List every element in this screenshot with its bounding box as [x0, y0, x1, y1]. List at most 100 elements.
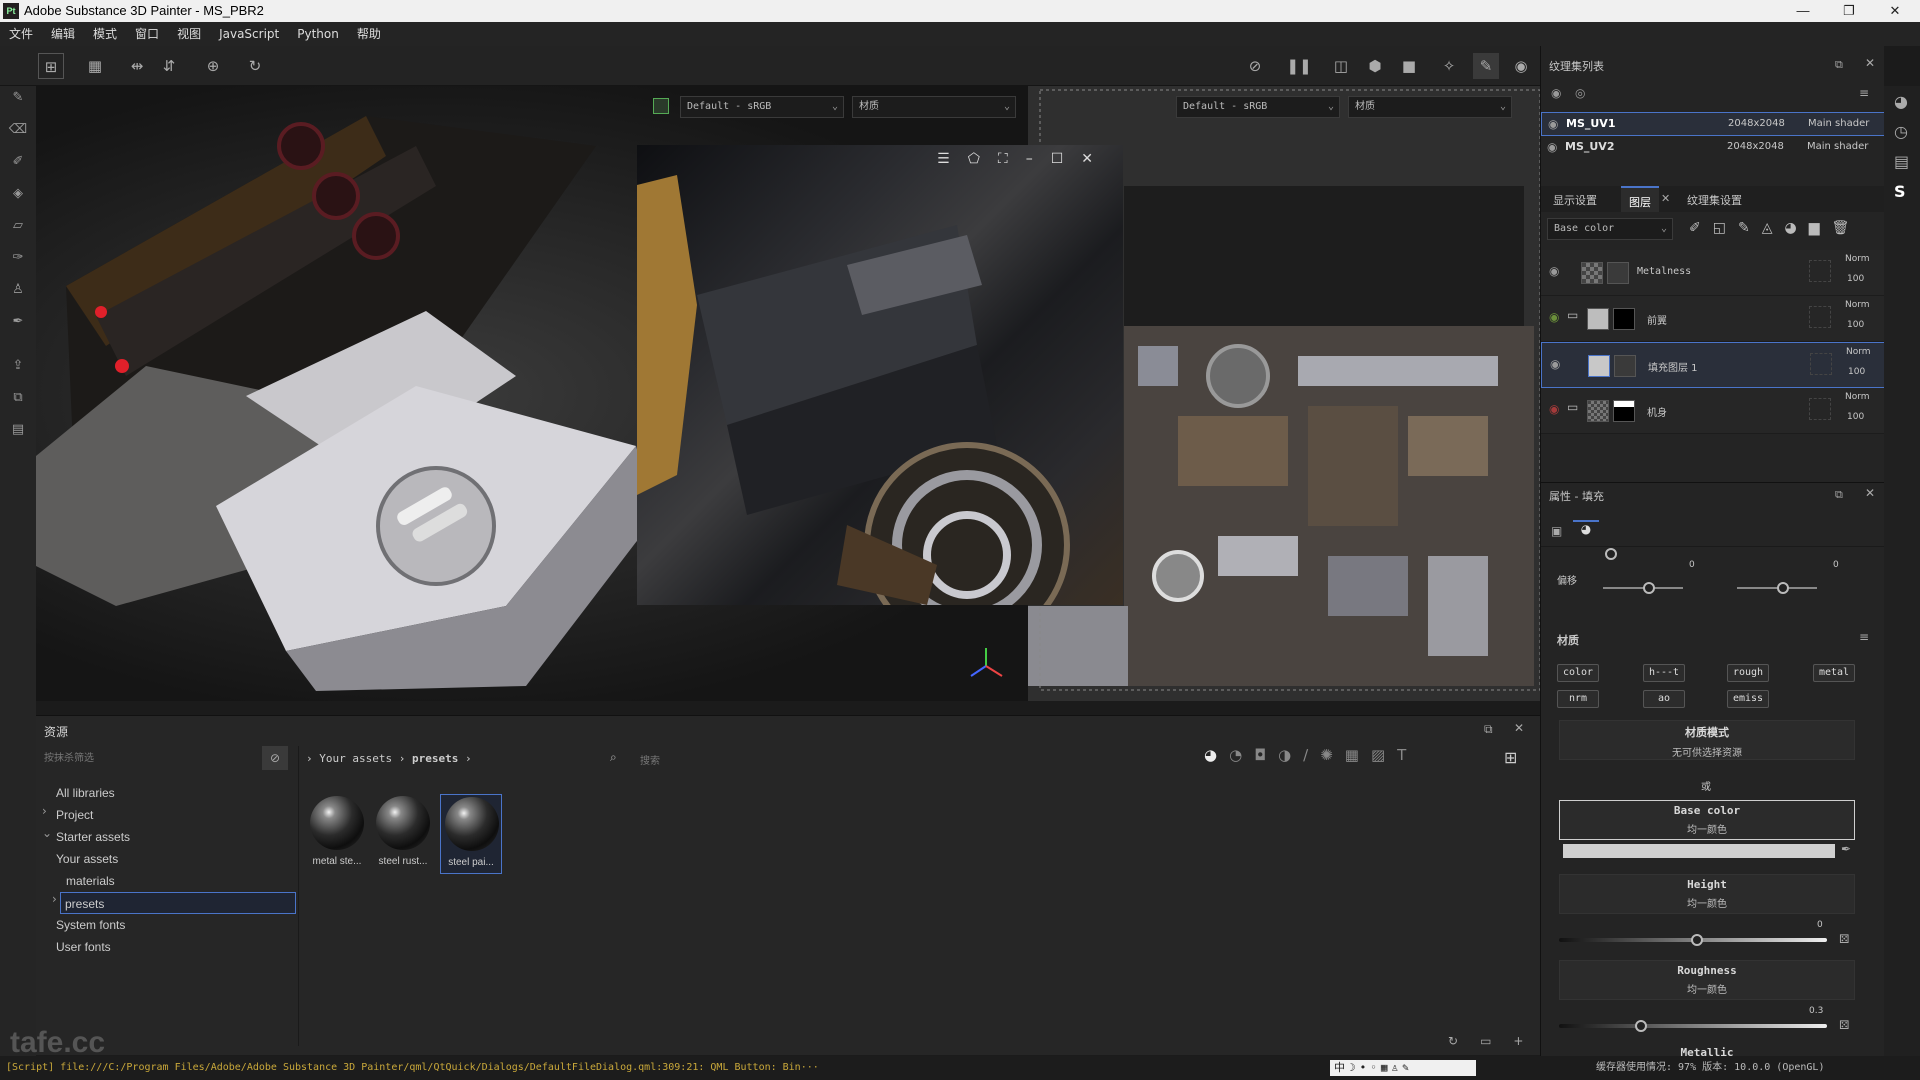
layout-grid-icon[interactable]: ▦ [82, 53, 108, 79]
material-tab-icon[interactable]: ◕ [1573, 520, 1599, 542]
chip-metal[interactable]: metal [1813, 664, 1855, 682]
symmetry-y-icon[interactable]: ⇵ [156, 53, 182, 79]
tab-display-settings[interactable]: 显示设置 [1553, 192, 1597, 208]
smart-material-icon[interactable]: ◕ [1784, 220, 1808, 236]
pin-icon[interactable]: ⬠ [968, 151, 998, 167]
document-icon[interactable]: ▤ [8, 422, 28, 442]
height-slider-knob[interactable] [1691, 934, 1703, 946]
layer-opacity[interactable]: 100 [1847, 320, 1864, 330]
tree-all-libraries[interactable]: All libraries [56, 782, 316, 804]
brush-icon[interactable]: ✎ [1473, 53, 1499, 79]
tree-your-assets[interactable]: Your assets [56, 848, 316, 870]
eye-icon[interactable]: ◉ [1548, 117, 1558, 131]
asset-thumb-steel-rust[interactable]: steel rust... [372, 796, 434, 867]
ime-toolbar[interactable]: 中☽•◦▦♙✎ [1330, 1060, 1476, 1076]
texture-set-row[interactable]: ◉ MS_UV2 2048x2048 Main shader [1541, 136, 1885, 160]
mask-filter-icon[interactable]: ◘ [1254, 746, 1278, 764]
minimize-icon[interactable]: – [1026, 151, 1051, 167]
add-icon[interactable]: ⊕ [200, 53, 226, 79]
eraser-tool-icon[interactable]: ⌫ [8, 122, 28, 142]
chip-ao[interactable]: ao [1643, 690, 1685, 708]
search-input[interactable]: 搜索 [640, 752, 660, 767]
breadcrumb-your-assets[interactable]: Your assets [319, 752, 392, 765]
blend-mode[interactable]: Norm [1845, 254, 1870, 264]
clone-tool-icon[interactable]: ♙ [8, 282, 28, 302]
hide-filter-icon[interactable]: ⊘ [262, 746, 288, 770]
chip-height[interactable]: h---t [1643, 664, 1685, 682]
roughness-slider[interactable] [1559, 1024, 1827, 1028]
list-menu-icon[interactable]: ≡ [1859, 630, 1869, 644]
eye-outline-icon[interactable]: ◎ [1575, 86, 1585, 100]
menu-file[interactable]: 文件 [0, 22, 42, 46]
particle-filter-icon[interactable]: ✺ [1320, 746, 1345, 764]
substance-icon[interactable]: S [1894, 182, 1906, 201]
eye-icon[interactable]: ◉ [1547, 140, 1557, 154]
projection-tool-icon[interactable]: ✐ [8, 154, 28, 174]
bake-icon[interactable]: ⧉ [8, 390, 28, 410]
history-icon[interactable]: ◷ [1894, 122, 1908, 141]
folder-icon[interactable]: ▭ [1567, 308, 1578, 322]
eye-icon[interactable]: ◉ [1551, 86, 1561, 100]
menu-python[interactable]: Python [288, 22, 348, 46]
symmetry-x-icon[interactable]: ⇹ [124, 53, 150, 79]
tab-texture-settings[interactable]: 纹理集设置 [1687, 192, 1742, 208]
paint-tool-icon[interactable]: ✎ [8, 90, 28, 110]
menu-mode[interactable]: 模式 [84, 22, 126, 46]
pause-icon[interactable]: ❚❚ [1286, 53, 1312, 79]
screenshot-icon[interactable]: ◉ [1508, 53, 1534, 79]
menu-window[interactable]: 窗口 [126, 22, 168, 46]
material-mode-slot[interactable]: 材质模式 无可供选择资源 [1559, 720, 1855, 760]
channel-select-right[interactable]: 材质 ⌄ [1348, 96, 1512, 118]
blend-mode[interactable]: Norm [1846, 347, 1871, 357]
asset-thumb-metal[interactable]: metal ste... [306, 796, 368, 867]
slider-knob[interactable] [1605, 548, 1617, 560]
base-color-swatch[interactable] [1563, 844, 1835, 858]
light-icon[interactable]: ✧ [1436, 53, 1462, 79]
brush-filter-icon[interactable]: ∕ [1303, 746, 1320, 764]
eye-icon[interactable]: ◉ [1550, 357, 1560, 371]
smart-material-icon[interactable]: ◔ [1229, 746, 1254, 764]
history-icon[interactable]: ↻ [242, 53, 268, 79]
add-mask-icon[interactable]: ◱ [1713, 220, 1738, 236]
display-settings-icon[interactable]: ◕ [1894, 92, 1908, 111]
add-fill-layer-icon[interactable]: ◬ [1762, 220, 1785, 236]
texture-filter-icon[interactable]: ▦ [1345, 746, 1371, 764]
channel-select[interactable]: Base color ⌄ [1547, 218, 1673, 240]
color-picker-icon[interactable]: ✒ [1841, 842, 1851, 856]
refresh-icon[interactable]: ↻ [1448, 1034, 1480, 1048]
roughness-slot[interactable]: Roughness 均一颜色 [1559, 960, 1855, 1000]
maximize-icon[interactable]: ☐ [1051, 151, 1082, 167]
tree-materials[interactable]: materials [66, 870, 326, 892]
asset-thumb-steel-paint[interactable]: steel pai... [440, 794, 502, 874]
export-icon[interactable]: ⇪ [8, 358, 28, 378]
material-filter-icon[interactable]: ◕ [1204, 746, 1229, 764]
float-panel-icon[interactable]: ⧉ [1835, 488, 1843, 502]
eye-icon[interactable]: ◉ [1549, 264, 1559, 278]
window-icon[interactable]: ▭ [1480, 1034, 1513, 1048]
minimize-button[interactable]: — [1780, 0, 1826, 22]
eye-icon[interactable]: ◉ [1549, 310, 1559, 324]
close-panel-icon[interactable]: ✕ [1865, 486, 1875, 500]
geometry-fill-icon[interactable]: ◈ [8, 186, 28, 206]
add-folder-icon[interactable]: ▆ [1809, 220, 1832, 236]
tree-system-fonts[interactable]: System fonts [56, 914, 316, 936]
camera-icon[interactable]: ■ [1396, 53, 1422, 79]
chip-emiss[interactable]: emiss [1727, 690, 1769, 708]
close-icon[interactable]: ✕ [1081, 151, 1111, 167]
close-panel-icon[interactable]: ✕ [1865, 56, 1875, 70]
cube-icon[interactable]: ⬢ [1362, 53, 1388, 79]
randomize-icon[interactable]: ⚄ [1839, 1018, 1849, 1032]
layer-row[interactable]: ◉ ▭ 机身 Norm 100 [1541, 388, 1885, 434]
layer-row[interactable]: ◉ Metalness Norm 100 [1541, 250, 1885, 296]
chevron-down-icon[interactable]: ⌄ [42, 826, 52, 840]
close-panel-icon[interactable]: ✕ [1514, 721, 1524, 735]
randomize-icon[interactable]: ⚄ [1839, 932, 1849, 946]
tree-project[interactable]: Project [56, 804, 316, 826]
slider-knob[interactable] [1777, 582, 1789, 594]
grid-view-icon[interactable]: ⊞ [1504, 748, 1517, 767]
fit-icon[interactable]: ⛶ [998, 151, 1026, 167]
layout-single-icon[interactable]: ⊞ [38, 53, 64, 79]
environment-filter-icon[interactable]: ▨ [1371, 746, 1397, 764]
effect-icon[interactable]: ✐ [1689, 220, 1713, 236]
float-panel-icon[interactable]: ⧉ [1835, 58, 1843, 72]
